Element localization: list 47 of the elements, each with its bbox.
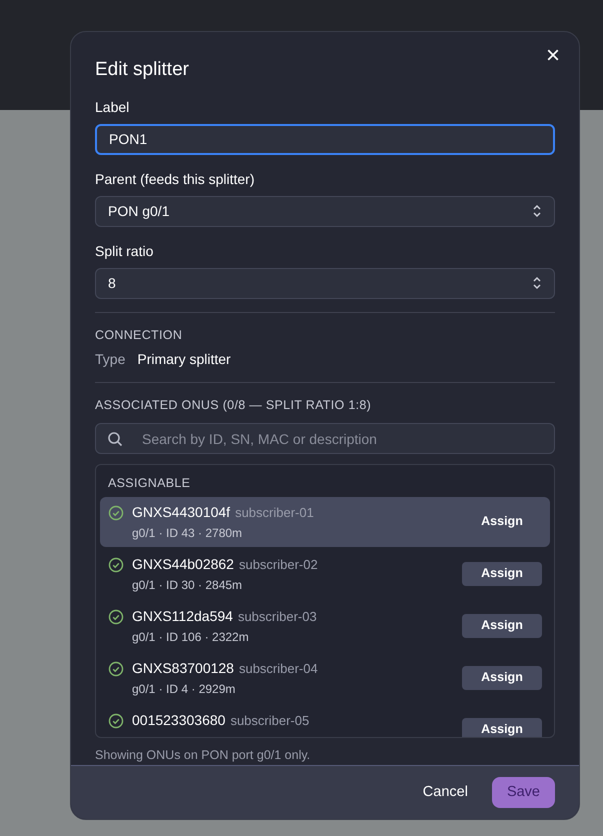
onu-meta: g0/1 · ID 106 · 2322m: [132, 628, 249, 646]
onu-meta: g0/1 · ID 4 · 2929m: [132, 680, 236, 698]
section-heading: ASSOCIATED ONUS (0/8 — SPLIT RATIO 1:8): [95, 397, 372, 414]
onu-serial: 001523303680: [132, 710, 226, 730]
helper-text: Showing ONUs on PON port g0/1 only.: [95, 747, 310, 764]
chevron-icon: [532, 276, 542, 290]
onu-description: subscriber-01: [235, 504, 314, 522]
field-label: Type: [95, 350, 126, 370]
onu-serial: GNXS112da594: [132, 606, 233, 626]
field-value: Primary splitter: [137, 350, 231, 370]
onu-serial: GNXS44b02862: [132, 554, 234, 574]
check-circle-icon: [108, 712, 124, 729]
field-label: Label: [95, 98, 130, 116]
onu-row[interactable]: GNXS44b02862 subscriber-02 g0/1 · ID 30 · 2845m Assign: [100, 548, 550, 599]
group-heading: ASSIGNABLE: [108, 475, 190, 492]
check-circle-icon: [108, 660, 124, 677]
onu-row[interactable]: GNXS112da594 subscriber-03 g0/1 · ID 106 · 2322m Assign: [100, 600, 550, 651]
onu-meta: g0/1 · ID 30 · 2845m: [132, 576, 242, 594]
onu-meta: g0/1 · ID 43 · 2780m: [132, 524, 242, 542]
onu-row[interactable]: 001523303680 subscriber-05 Assign: [100, 704, 550, 737]
check-circle-icon: [108, 556, 124, 573]
select-field[interactable]: 8: [95, 268, 555, 298]
assign-button[interactable]: Assign: [462, 510, 542, 534]
assign-button[interactable]: Assign: [462, 718, 542, 737]
search-field[interactable]: Search by ID, SN, MAC or description: [95, 423, 555, 454]
assign-button[interactable]: Assign: [462, 666, 542, 690]
cancel-button[interactable]: Cancel: [410, 776, 480, 808]
close-button[interactable]: ×: [541, 44, 565, 68]
onu-description: subscriber-03: [238, 608, 317, 626]
field-label: Parent (feeds this splitter): [95, 170, 255, 189]
onu-row[interactable]: GNXS4430104f subscriber-01 g0/1 · ID 43 · 2780m Assign: [100, 496, 550, 547]
select-field[interactable]: PON g0/1: [95, 196, 555, 226]
onu-description: subscriber-05: [230, 712, 310, 730]
onu-serial: GNXS83700128: [132, 658, 234, 678]
check-circle-icon: [108, 504, 124, 521]
dialog-title: Edit splitter: [95, 58, 189, 82]
input-field[interactable]: PON1: [95, 124, 555, 154]
check-circle-icon: [108, 608, 124, 625]
onu-description: subscriber-02: [238, 556, 318, 574]
onu-row[interactable]: GNXS83700128 subscriber-04 g0/1 · ID 4 · 2929m Assign: [100, 652, 550, 703]
chevron-icon: [532, 204, 542, 218]
assign-button[interactable]: Assign: [462, 614, 542, 638]
section-heading: CONNECTION: [95, 326, 182, 344]
field-label: Split ratio: [95, 242, 154, 261]
onu-description: subscriber-04: [238, 660, 318, 678]
onu-serial: GNXS4430104f: [132, 502, 230, 522]
assign-button[interactable]: Assign: [462, 562, 542, 586]
